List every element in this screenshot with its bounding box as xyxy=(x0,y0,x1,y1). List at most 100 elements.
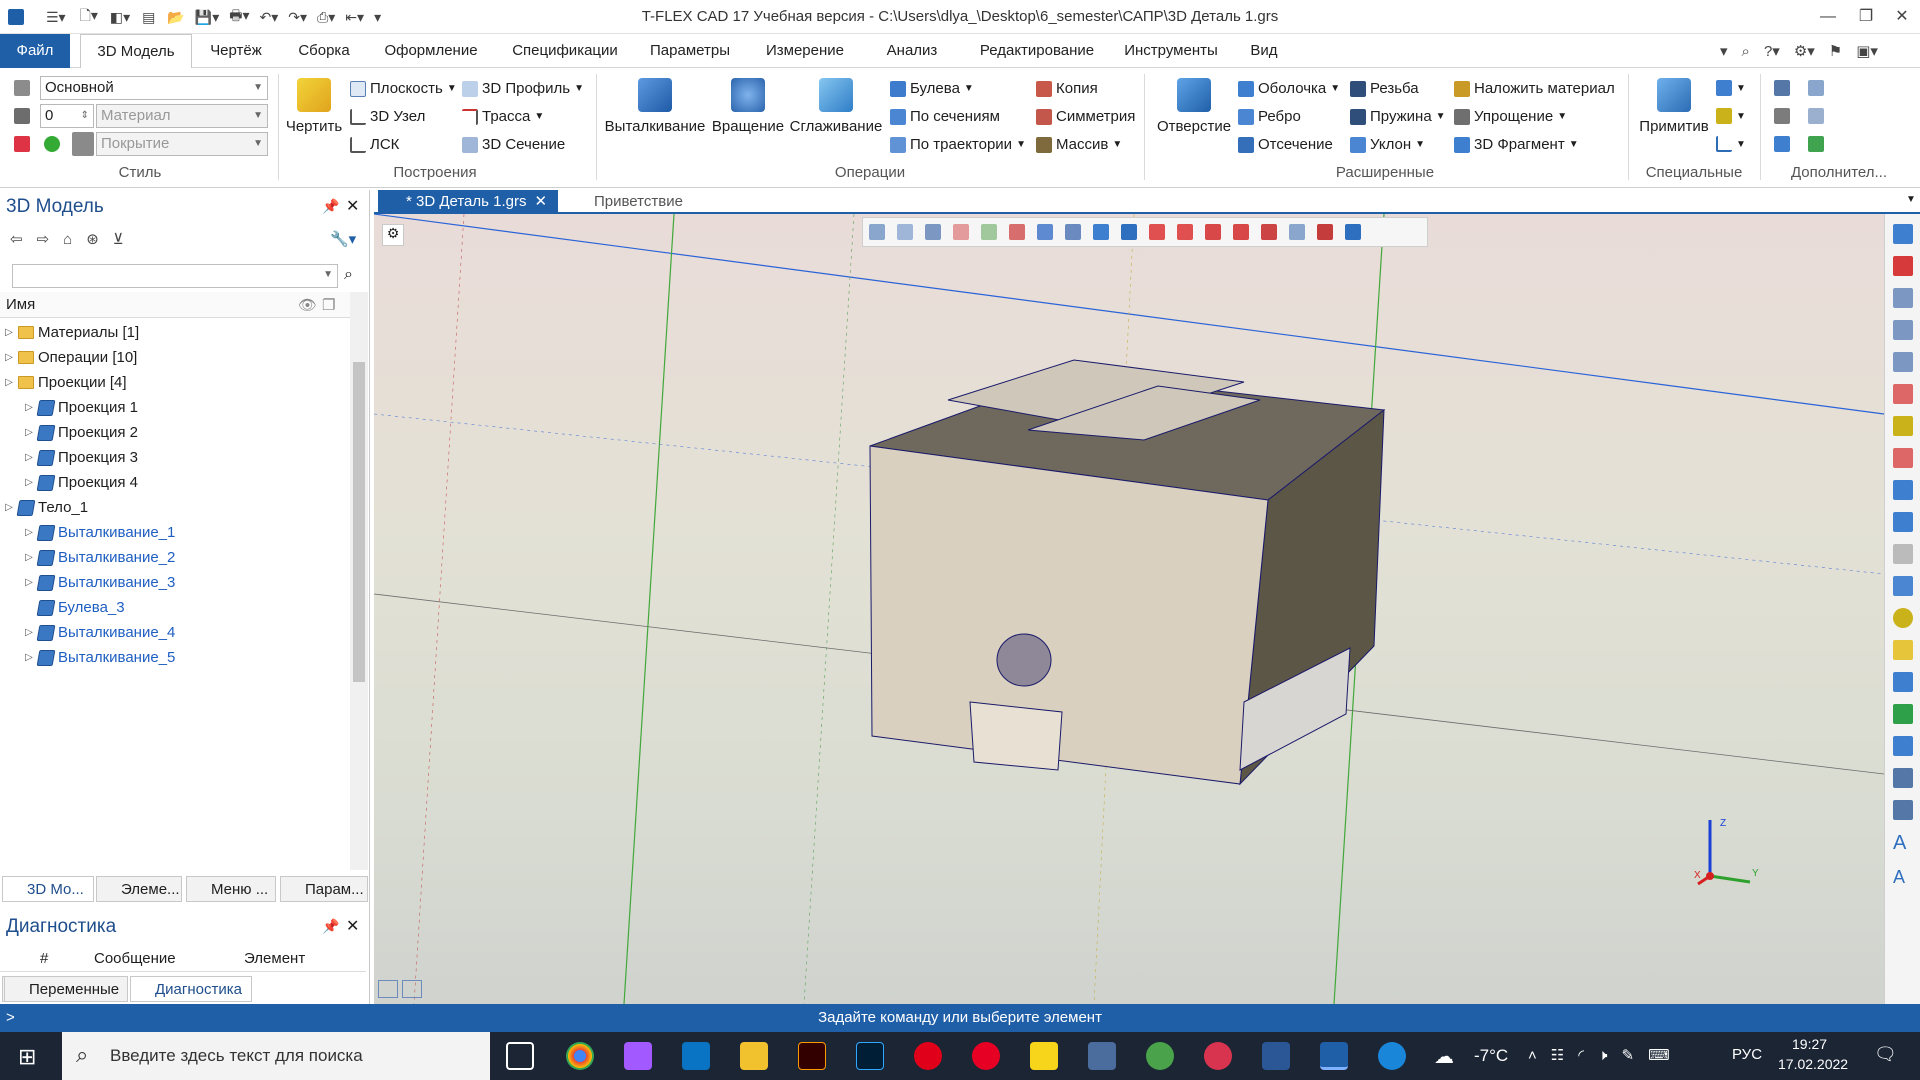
cut-button[interactable]: Отсечение xyxy=(1238,136,1333,153)
expand-icon[interactable]: ▷ xyxy=(24,527,34,538)
text-small-icon[interactable]: A xyxy=(1893,867,1913,888)
illustrator-icon[interactable] xyxy=(798,1042,826,1070)
close-panel-icon[interactable]: ✕ xyxy=(346,916,359,936)
filter-icon[interactable]: ⊻ xyxy=(113,230,124,248)
tab-parameters[interactable]: Параметры xyxy=(640,34,740,68)
explorer-icon[interactable] xyxy=(740,1042,768,1070)
layout-split-icon[interactable] xyxy=(402,980,422,998)
help-taskbar-icon[interactable] xyxy=(1378,1042,1406,1070)
expand-icon[interactable]: ▷ xyxy=(4,327,14,338)
search-help-icon[interactable]: ⌕ xyxy=(1742,43,1750,60)
snap-icon[interactable] xyxy=(1121,224,1137,240)
view-options-icon[interactable]: ⚙ xyxy=(382,224,404,246)
special-tool-3[interactable]: ▼ xyxy=(1716,136,1746,152)
task-view-icon[interactable] xyxy=(506,1042,534,1070)
simplify-button[interactable]: Упрощение ▼ xyxy=(1454,108,1567,125)
expand-icon[interactable]: ▷ xyxy=(4,502,14,513)
tab-measure[interactable]: Измерение xyxy=(750,34,860,68)
vscode-icon[interactable] xyxy=(682,1042,710,1070)
layout-icon[interactable] xyxy=(378,980,398,998)
variables-icon[interactable] xyxy=(1774,136,1790,152)
plane-button[interactable]: Плоскость ▼ xyxy=(350,80,457,97)
tree-item[interactable]: ▷ Проекции [4] xyxy=(0,370,126,395)
shell-button[interactable]: Оболочка ▼ xyxy=(1238,80,1340,97)
tree-item[interactable]: ▷ Выталкивание_4 xyxy=(0,620,175,645)
view-top-icon[interactable] xyxy=(1205,224,1221,240)
layer-select[interactable]: Основной ▼ xyxy=(40,76,268,100)
volume-icon[interactable]: 🕨 xyxy=(1598,1047,1607,1064)
tree-item[interactable]: ▷ Проекция 3 xyxy=(0,445,138,470)
tree-item[interactable]: ▷ Выталкивание_1 xyxy=(0,520,175,545)
tab-editing[interactable]: Редактирование xyxy=(962,34,1112,68)
bracket-icon[interactable] xyxy=(1808,136,1824,152)
flag-icon[interactable]: ⚑ xyxy=(1829,42,1842,60)
tree-item[interactable]: ▷ Выталкивание_3 xyxy=(0,570,175,595)
cancel-selection-icon[interactable] xyxy=(1009,224,1025,240)
checkbox-cubes-icon[interactable] xyxy=(1893,512,1913,532)
tab-diagnostics[interactable]: Диагностика xyxy=(130,976,252,1002)
tree-item[interactable]: ▷ Проекция 4 xyxy=(0,470,138,495)
target-icon[interactable]: ⊛ xyxy=(86,230,99,248)
restore-icon[interactable]: ❐ xyxy=(1846,4,1886,30)
column-number[interactable]: # xyxy=(40,950,48,967)
palette-icon[interactable] xyxy=(44,136,60,152)
chrome-icon[interactable] xyxy=(566,1042,594,1070)
tree-item[interactable]: ▷ Проекция 1 xyxy=(0,395,138,420)
spring-button[interactable]: Пружина ▼ xyxy=(1350,108,1446,125)
level-stepper[interactable]: 0 ⇕ xyxy=(40,104,94,128)
boolean-button[interactable]: Булева ▼ xyxy=(890,80,974,97)
confirm-icon[interactable] xyxy=(981,224,997,240)
tree-scrollbar[interactable] xyxy=(350,292,368,870)
close-tab-icon[interactable]: ✕ xyxy=(534,193,547,210)
pen-icon[interactable]: ✎ xyxy=(1621,1046,1634,1064)
loft-button[interactable]: По сечениям xyxy=(890,108,1000,125)
column-message[interactable]: Сообщение xyxy=(94,950,176,967)
photoshop-icon[interactable] xyxy=(856,1042,884,1070)
node-button[interactable]: 3D Узел xyxy=(350,108,425,125)
clock-time[interactable]: 19:27 xyxy=(1792,1036,1827,1052)
draft-button[interactable]: Уклон ▼ xyxy=(1350,136,1425,153)
expand-icon[interactable]: ▷ xyxy=(24,627,34,638)
section-button[interactable]: 3D Сечение xyxy=(462,136,565,153)
tree-item[interactable]: ▷ Выталкивание_5 xyxy=(0,645,175,670)
recorder-icon[interactable] xyxy=(1204,1042,1232,1070)
cube-wire-icon[interactable] xyxy=(1893,576,1913,596)
expand-icon[interactable]: ▷ xyxy=(24,427,34,438)
column-element[interactable]: Элемент xyxy=(244,950,305,967)
filter-icon[interactable] xyxy=(897,224,913,240)
view-front-icon[interactable] xyxy=(1149,224,1165,240)
view-shapes-icon[interactable] xyxy=(1289,224,1305,240)
grid-view-icon[interactable] xyxy=(1037,224,1053,240)
material-select[interactable]: Материал ▼ xyxy=(96,104,268,128)
tab-view[interactable]: Вид xyxy=(1236,34,1292,68)
ribbon-options-icon[interactable]: ▾ xyxy=(1720,42,1728,60)
hole-button[interactable]: Отверстие xyxy=(1152,78,1236,135)
grid-icon[interactable] xyxy=(1774,80,1790,96)
expand-icon[interactable]: ▷ xyxy=(24,402,34,413)
window-tile-icon[interactable] xyxy=(1893,224,1913,244)
primitive-button[interactable]: Примитив xyxy=(1634,78,1714,135)
tree-item[interactable]: ▷ Проекция 2 xyxy=(0,420,138,445)
color-swatch[interactable] xyxy=(72,132,94,156)
word-icon[interactable] xyxy=(1262,1042,1290,1070)
maps-icon[interactable] xyxy=(1146,1042,1174,1070)
expand-icon[interactable]: ▷ xyxy=(4,352,14,363)
add-body-icon[interactable] xyxy=(1893,672,1913,692)
command-prompt[interactable]: > xyxy=(6,1004,15,1032)
tree-item[interactable]: ▷ Операции [10] xyxy=(0,345,137,370)
tab-document[interactable]: * 3D Деталь 1.grs ✕ xyxy=(378,190,558,214)
visibility-column-icon[interactable]: 👁 xyxy=(298,296,317,314)
clip-icon[interactable] xyxy=(1345,224,1361,240)
settings-icon[interactable]: ⚙▾ xyxy=(1794,42,1815,60)
rib-button[interactable]: Ребро xyxy=(1238,108,1301,125)
3d-viewport[interactable]: Z Y X xyxy=(374,214,1884,1004)
gem-icon[interactable] xyxy=(1893,704,1913,724)
tree-item[interactable]: ▷ Выталкивание_2 xyxy=(0,545,175,570)
tree-item[interactable]: ▷ Тело_1 xyxy=(0,495,88,520)
language-indicator[interactable]: РУС xyxy=(1732,1046,1762,1063)
zoom-fit-icon[interactable] xyxy=(1893,352,1913,372)
expand-icon[interactable]: ▷ xyxy=(24,552,34,563)
keyboard-icon[interactable]: ⌨ xyxy=(1648,1046,1670,1064)
expand-icon[interactable]: ▷ xyxy=(4,377,14,388)
fragment-button[interactable]: 3D Фрагмент ▼ xyxy=(1454,136,1579,153)
